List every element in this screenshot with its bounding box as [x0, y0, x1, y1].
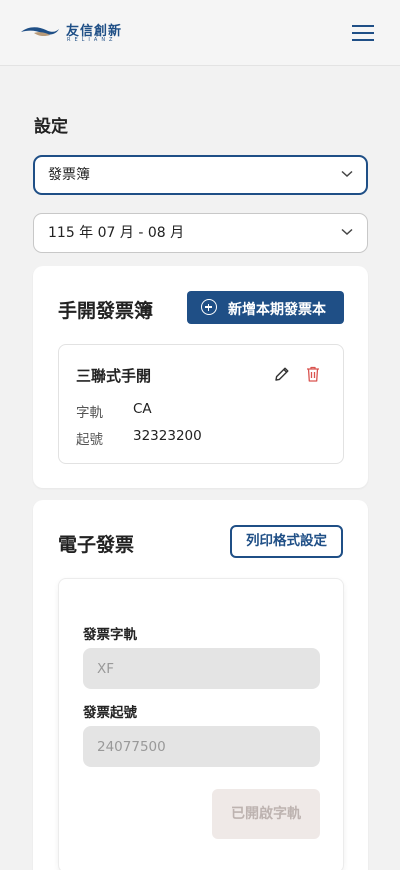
manual-book-title: 手開發票簿	[58, 300, 154, 322]
pencil-edit-icon[interactable]	[273, 365, 291, 383]
e-invoice-title: 電子發票	[58, 534, 135, 556]
app-header: 友信創新 RELIANZ	[0, 0, 400, 66]
start-number-value: 32323200	[133, 428, 202, 444]
add-invoice-book-button[interactable]: 新增本期發票本	[187, 291, 344, 324]
logo-swoosh-icon	[21, 27, 59, 37]
print-format-settings-button[interactable]: 列印格式設定	[230, 525, 343, 558]
invoice-book-item: 三聯式手開 字軌 CA 起號 32323200	[58, 344, 344, 464]
page-title: 設定	[34, 117, 68, 137]
chevron-down-icon	[341, 170, 353, 178]
invoice-type-value: 發票簿	[48, 167, 90, 183]
logo[interactable]: 友信創新 RELIANZ	[20, 18, 130, 48]
chevron-down-icon	[341, 228, 353, 236]
invoice-track-field[interactable]	[83, 648, 320, 689]
track-label: 字軌	[76, 405, 103, 421]
trash-delete-icon[interactable]	[305, 365, 321, 383]
invoice-track-label: 發票字軌	[83, 627, 137, 643]
hamburger-menu-icon[interactable]	[350, 22, 376, 44]
e-invoice-card: 電子發票 列印格式設定 發票字軌 發票起號 已開啟字軌	[33, 500, 368, 870]
invoice-start-number-label: 發票起號	[83, 705, 137, 721]
track-value: CA	[133, 401, 152, 417]
start-number-label: 起號	[76, 432, 103, 448]
invoice-start-number-field[interactable]	[83, 726, 320, 767]
period-value: 115 年 07 月 - 08 月	[48, 225, 185, 241]
manual-invoice-book-card: 手開發票簿 新增本期發票本 三聯式手開 字軌 CA 起號 32323200	[33, 266, 368, 488]
track-enabled-button[interactable]: 已開啟字軌	[212, 789, 320, 839]
invoice-type-select[interactable]: 發票簿	[33, 155, 368, 195]
invoice-book-name: 三聯式手開	[76, 367, 152, 385]
period-select[interactable]: 115 年 07 月 - 08 月	[33, 213, 368, 253]
logo-subtext: RELIANZ	[67, 37, 117, 43]
add-circle-icon	[201, 299, 217, 315]
e-invoice-settings-panel: 發票字軌 發票起號 已開啟字軌	[58, 578, 344, 870]
add-invoice-book-label: 新增本期發票本	[228, 302, 326, 318]
